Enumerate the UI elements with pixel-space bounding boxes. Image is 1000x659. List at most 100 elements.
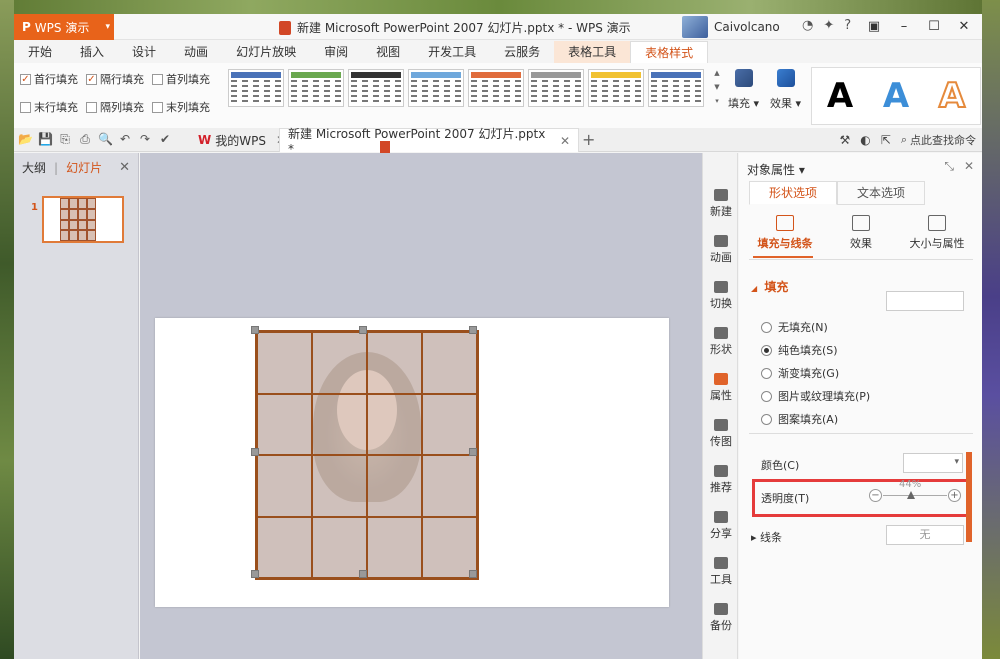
tab-slides[interactable]: 幻灯片 [66,159,102,176]
checkbox-unchecked-icon[interactable] [20,101,31,113]
sidebar-item-4[interactable]: 属性 [703,373,739,403]
thumbnail-cell[interactable] [69,230,78,241]
resize-handle[interactable] [469,326,477,334]
tab-6[interactable]: 视图 [362,41,414,63]
sidebar-item-2[interactable]: 切换 [703,281,739,311]
table-cell[interactable] [257,455,312,517]
fill-checkbox[interactable]: 末列填充 [152,99,218,115]
open-icon[interactable]: 📂 [18,132,33,147]
resize-handle[interactable] [251,326,259,334]
table-cell[interactable] [422,393,477,455]
tab-current-document[interactable]: 新建 Microsoft PowerPoint 2007 幻灯片.pptx * … [279,127,579,156]
table-cell[interactable] [367,393,422,455]
sidebar-item-5[interactable]: 传图 [703,419,739,449]
table-style-swatch[interactable] [648,69,704,107]
thumbnail-cell[interactable] [60,198,69,209]
subtab-size-and-properties[interactable]: 大小与属性 [901,215,973,251]
subtab-fill-and-line[interactable]: 填充与线条 [749,215,821,251]
close-icon[interactable]: ✕ [964,159,974,174]
close-icon[interactable]: ✕ [560,134,570,148]
thumbnail-cell[interactable] [78,208,87,220]
table-cell[interactable] [422,516,477,578]
thumbnail-cell[interactable] [78,198,87,209]
minus-icon[interactable]: − [869,489,882,502]
collapse-panel-icon[interactable]: ⤡ [944,159,954,174]
table-style-swatch[interactable] [348,69,404,107]
resize-handle[interactable] [469,570,477,578]
close-icon[interactable]: ✕ [119,160,130,175]
fill-option-radio[interactable]: 纯色填充(S) [761,342,838,358]
properties-header[interactable]: 对象属性 ▾ [747,161,805,178]
tab-8[interactable]: 云服务 [490,41,554,63]
tools-icon[interactable]: ⚒ [840,133,851,147]
table-cell[interactable] [312,393,367,455]
undo-icon[interactable]: ↶ [118,132,132,147]
tab-2[interactable]: 设计 [118,41,170,63]
wordart-style-black[interactable]: A [827,76,853,116]
table-cell[interactable] [367,516,422,578]
resize-handle[interactable] [359,326,367,334]
line-value-box[interactable]: 无 [886,525,964,545]
tab-9[interactable]: 表格工具 [554,41,631,63]
checkbox-unchecked-icon[interactable] [86,101,97,113]
table-cell[interactable] [367,455,422,517]
thumbnail-cell[interactable] [60,219,69,231]
sidebar-item-9[interactable]: 备份 [703,603,739,633]
radio-unselected-icon[interactable] [761,321,772,333]
avatar[interactable] [682,16,708,38]
tab-5[interactable]: 审阅 [310,41,362,63]
sidebar-item-6[interactable]: 推荐 [703,465,739,495]
help-icon[interactable]: ? [844,18,851,33]
save-icon[interactable]: 💾 [38,132,53,147]
plus-icon[interactable]: + [948,489,961,502]
username[interactable]: Caivolcano [714,20,780,34]
tab-1[interactable]: 插入 [66,41,118,63]
fill-section-header[interactable]: ◢ 填充 [751,278,788,295]
radio-unselected-icon[interactable] [761,367,772,379]
fill-option-radio[interactable]: 图案填充(A) [761,411,838,427]
fill-checkbox[interactable]: 末行填充 [20,99,86,115]
thumbnail-cell[interactable] [87,219,96,231]
checkbox-unchecked-icon[interactable] [152,101,163,113]
table-grid[interactable] [255,330,479,580]
table-cell[interactable] [257,393,312,455]
maximize-icon[interactable]: ☐ [920,16,948,36]
fill-checkbox[interactable]: ✓ 隔行填充 [86,71,152,87]
subtab-effects[interactable]: 效果 [825,215,897,251]
sidebar-item-3[interactable]: 形状 [703,327,739,357]
fill-option-radio[interactable]: 渐变填充(G) [761,365,839,381]
tab-0[interactable]: 开始 [14,41,66,63]
tab-shape-options[interactable]: 形状选项 [749,181,837,205]
user-area[interactable]: Caivolcano [682,16,780,38]
shirt-icon[interactable]: ✦ [823,18,834,33]
feedback-icon[interactable]: ◐ [860,133,870,147]
share-icon[interactable]: ⇱ [881,133,891,147]
checkbox-checked-icon[interactable]: ✓ [20,73,31,85]
redo-icon[interactable]: ↷ [138,132,152,147]
new-tab-icon[interactable]: + [582,130,595,149]
table-style-swatch[interactable] [288,69,344,107]
resize-handle[interactable] [251,570,259,578]
table-cell[interactable] [422,332,477,394]
format-painter-icon[interactable]: ✔ [158,132,172,147]
resize-handle[interactable] [251,448,259,456]
resize-handle[interactable] [359,570,367,578]
sidebar-item-8[interactable]: 工具 [703,557,739,587]
table-style-swatch[interactable] [228,69,284,107]
table-style-swatch[interactable] [528,69,584,107]
panel-scroll-handle[interactable] [966,452,972,542]
restore-layout-icon[interactable]: ▣ [860,16,888,36]
slider-thumb[interactable] [907,491,916,499]
thumbnail-cell[interactable] [87,208,96,220]
thumbnail-cell[interactable] [78,219,87,231]
tab-4[interactable]: 幻灯片放映 [222,41,310,63]
table-cell[interactable] [367,332,422,394]
fill-checkbox[interactable]: 隔列填充 [86,99,152,115]
expand-gallery-icon[interactable]: ▾ [715,97,719,105]
fill-checkbox[interactable]: 首列填充 [152,71,218,87]
radio-selected-icon[interactable] [761,344,772,356]
thumbnail-cell[interactable] [87,230,96,241]
thumbnail-cell[interactable] [78,230,87,241]
fill-checkbox[interactable]: ✓ 首行填充 [20,71,86,87]
gallery-scroll[interactable]: ▲ ▼ ▾ [712,69,722,125]
